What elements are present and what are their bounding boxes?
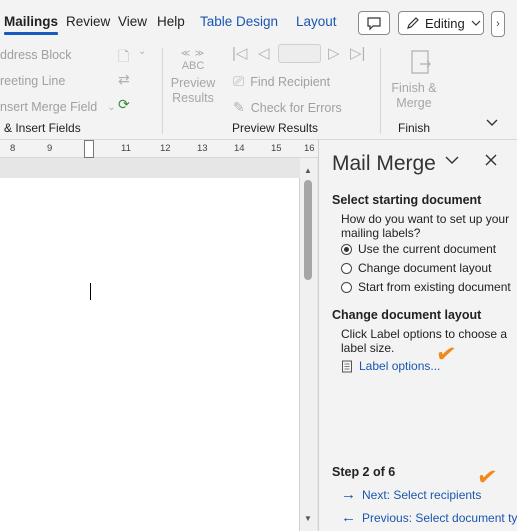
radio-dot[interactable]	[341, 281, 352, 293]
step-label: Step 2 of 6	[332, 465, 396, 479]
radio-label: Use the current document	[358, 242, 497, 256]
insert-merge-field-label: nsert Merge Field	[0, 100, 98, 114]
label-options-link[interactable]: Label options...	[341, 359, 440, 373]
next-record-icon[interactable]: ▷	[328, 44, 340, 62]
radio-label: Change document layout	[358, 261, 492, 275]
radio-dot[interactable]	[341, 243, 352, 255]
select-starting-heading: Select starting document	[332, 193, 482, 207]
greeting-line-label: reeting Line	[0, 74, 66, 88]
update-labels-icon[interactable]: ⟳	[118, 96, 130, 113]
ruler-tick: 12	[160, 143, 171, 154]
next-step-link[interactable]: → Next: Select recipients	[341, 486, 481, 503]
chevron-down-icon: ⌄	[138, 46, 147, 57]
address-block-button[interactable]: ddress Block	[0, 48, 72, 62]
radio-use-current[interactable]: Use the current document	[341, 242, 496, 256]
document-page[interactable]	[0, 178, 300, 531]
match-fields-icon[interactable]: ⇄	[118, 71, 130, 88]
next-step-label: Next: Select recipients	[362, 487, 482, 502]
comment-icon	[367, 17, 381, 31]
scroll-down-icon[interactable]: ▼	[304, 514, 312, 523]
address-block-label: ddress Block	[0, 48, 72, 62]
comment-button[interactable]	[358, 11, 390, 35]
previous-step-label: Previous: Select document ty	[362, 510, 517, 525]
tab-view[interactable]: View	[118, 14, 147, 29]
tab-help[interactable]: Help	[157, 14, 185, 29]
ruler-tick: 14	[234, 143, 245, 154]
chevron-down-icon: ⌄	[107, 101, 116, 113]
insert-merge-field-button[interactable]: nsert Merge Field ⌄	[0, 100, 116, 114]
finish-merge-label: Finish & Merge	[391, 81, 437, 110]
check-errors-label: Check for Errors	[250, 100, 342, 115]
mail-merge-pane: Mail Merge Select starting document How …	[318, 140, 517, 531]
greeting-line-button[interactable]: reeting Line	[0, 74, 65, 88]
record-number-input[interactable]	[278, 44, 321, 63]
ruler-tick: 13	[197, 143, 208, 154]
group-separator	[162, 48, 163, 134]
pane-close-button[interactable]	[485, 151, 497, 171]
radio-change-layout[interactable]: Change document layout	[341, 261, 491, 275]
previous-record-icon[interactable]: ◁	[258, 44, 270, 62]
orange-checkmark-annotation: ✔	[434, 339, 458, 370]
radio-start-existing[interactable]: Start from existing document	[341, 280, 511, 294]
tab-table-design[interactable]: Table Design	[200, 14, 278, 29]
group-label-preview-results: Preview Results	[232, 121, 319, 135]
pane-title: Mail Merge	[332, 152, 436, 175]
change-layout-heading: Change document layout	[332, 308, 482, 322]
label-options-label: Label options...	[359, 359, 441, 373]
horizontal-ruler[interactable]: 8 9 11 12 13 14 15 16	[0, 140, 318, 158]
ruler-tick: 16	[304, 143, 315, 154]
finish-merge-icon	[410, 50, 431, 74]
scrollbar-thumb[interactable]	[304, 180, 312, 280]
preview-results-label: Preview Results	[170, 76, 216, 105]
find-recipient-label: Find Recipient	[250, 74, 331, 89]
close-icon	[485, 154, 497, 166]
check-errors-button[interactable]: ✎ Check for Errors	[233, 99, 342, 116]
ribbon-overflow-button[interactable]: ›	[491, 11, 505, 37]
arrow-right-icon: →	[341, 486, 356, 503]
scroll-up-icon[interactable]: ▲	[304, 166, 312, 175]
chevron-down-icon	[471, 20, 481, 26]
group-label-write-insert: & Insert Fields	[4, 121, 81, 135]
radio-dot[interactable]	[341, 262, 352, 274]
tab-review[interactable]: Review	[66, 14, 110, 29]
select-question: How do you want to set up your mailing l…	[341, 212, 510, 240]
chevron-down-icon	[486, 119, 498, 126]
check-errors-icon: ✎	[233, 99, 245, 115]
ribbon-body: ddress Block reeting Line nsert Merge Fi…	[0, 44, 517, 140]
orange-checkmark-annotation: ✔	[475, 462, 499, 493]
find-recipient-button[interactable]: ⎚ Find Recipient	[233, 73, 330, 90]
find-recipient-icon: ⎚	[233, 73, 245, 89]
collapse-ribbon-button[interactable]	[486, 116, 498, 130]
radio-label: Start from existing document	[358, 280, 511, 294]
tab-mailings[interactable]: Mailings	[4, 14, 59, 35]
group-label-finish: Finish	[398, 121, 431, 135]
ruler-tick: 8	[10, 143, 16, 154]
text-cursor	[90, 283, 91, 300]
ruler-tick: 11	[121, 143, 131, 154]
document-icon	[342, 360, 352, 372]
preview-results-button[interactable]: ≪ ≫ ABC Preview Results	[168, 48, 218, 106]
ribbon-tabs: Mailings Review View Help Table Design L…	[0, 0, 517, 44]
pane-options-button[interactable]	[445, 152, 459, 170]
pencil-icon	[407, 17, 419, 29]
change-layout-text: Click Label options to choose a label si…	[341, 327, 508, 355]
tab-layout[interactable]: Layout	[296, 14, 337, 29]
editing-label: Editing	[425, 15, 465, 31]
preview-arrows-icon: ≪ ≫	[180, 48, 206, 58]
indent-marker[interactable]	[84, 140, 94, 158]
group-separator	[380, 48, 381, 134]
ruler-tick: 9	[47, 143, 53, 154]
arrow-left-icon: ←	[341, 509, 356, 526]
previous-step-link[interactable]: ← Previous: Select document ty	[341, 509, 517, 526]
preview-abc-icon: ABC	[181, 60, 205, 72]
vertical-scrollbar[interactable]: ▲ ▼	[300, 158, 317, 531]
finish-merge-button[interactable]: Finish & Merge	[386, 48, 442, 111]
chevron-down-icon	[445, 156, 459, 164]
ruler-tick: 15	[271, 143, 282, 154]
editing-mode-button[interactable]: Editing	[398, 11, 484, 35]
chevron-right-icon: ›	[496, 18, 500, 30]
rules-icon[interactable]: 🗋	[118, 46, 129, 70]
first-record-icon[interactable]: |◁	[232, 44, 247, 62]
last-record-icon[interactable]: ▷|	[350, 44, 365, 62]
